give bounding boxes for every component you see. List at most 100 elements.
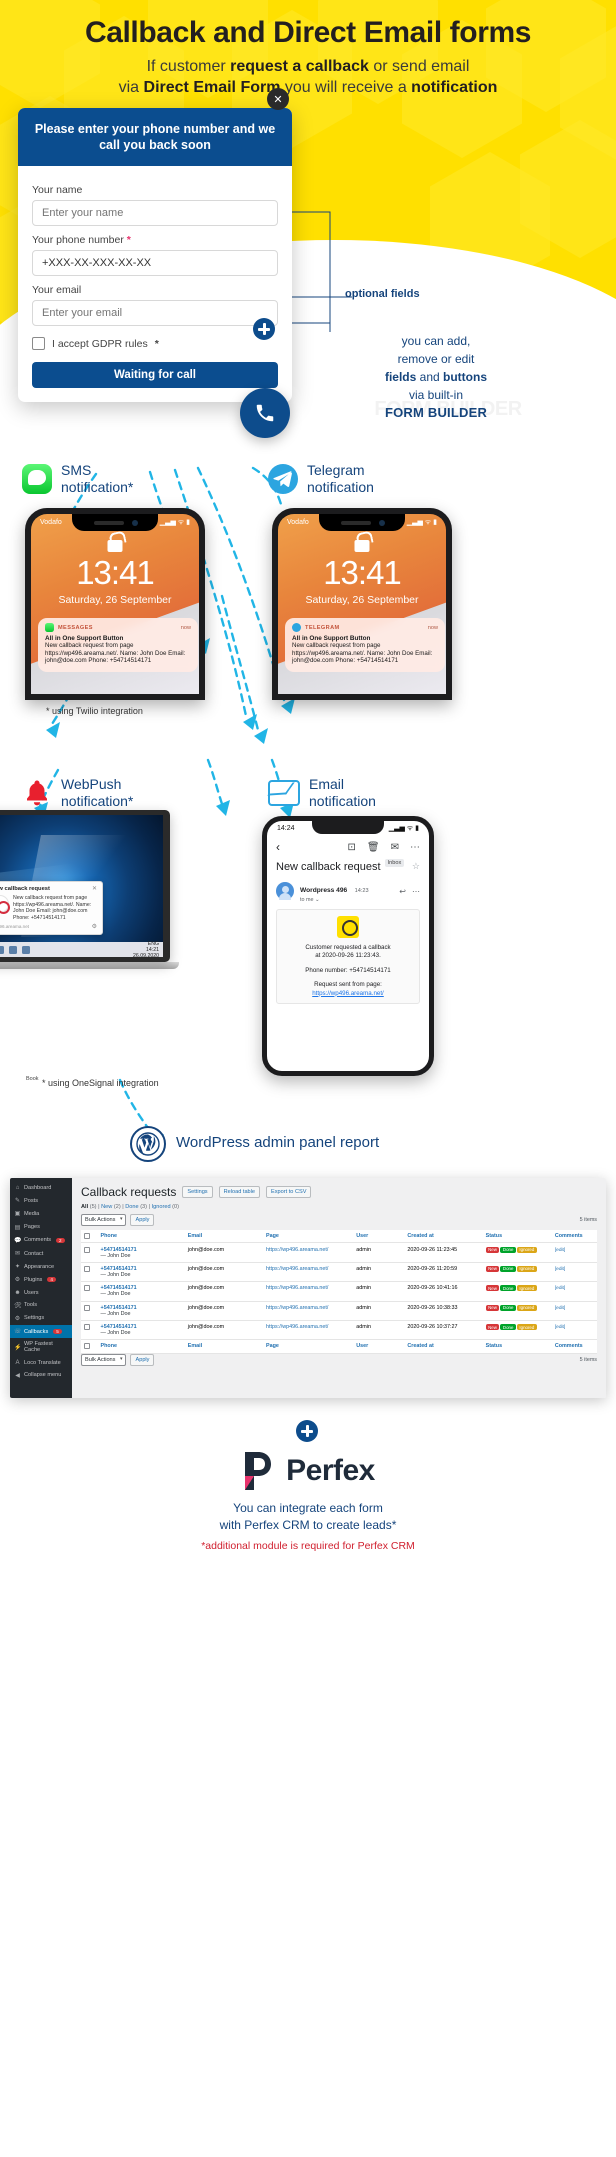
row-checkbox[interactable]: [84, 1246, 90, 1253]
sidebar-item-loco-translate[interactable]: A Loco Translate: [10, 1356, 72, 1368]
status-badge-new[interactable]: New: [485, 1265, 500, 1272]
cell-phone[interactable]: +54714514171— John Doe: [97, 1301, 185, 1321]
bulk-actions-select[interactable]: Bulk Actions: [81, 1214, 127, 1226]
sidebar-item-pages[interactable]: ▤ Pages: [10, 1221, 72, 1234]
row-checkbox[interactable]: [84, 1265, 90, 1272]
email-body-link[interactable]: https://wp496.areama.net/: [284, 990, 412, 997]
more-options-icon[interactable]: ⋯: [412, 887, 420, 896]
status-badge-ignored[interactable]: Ignored: [516, 1265, 537, 1272]
phone-call-fab[interactable]: [240, 388, 290, 438]
column-header-created-at[interactable]: Created at: [404, 1339, 483, 1354]
status-badge-new[interactable]: New: [485, 1324, 500, 1331]
cell-status[interactable]: New Done Ignored: [482, 1281, 552, 1302]
recipient-label[interactable]: to me ⌄: [300, 897, 369, 903]
column-header-status[interactable]: Status: [482, 1339, 552, 1354]
column-header-user[interactable]: User: [353, 1339, 405, 1354]
select-all-checkbox[interactable]: [84, 1343, 90, 1350]
filter-link-ignored[interactable]: Ignored: [152, 1204, 171, 1210]
row-select-cell[interactable]: [81, 1320, 98, 1341]
status-badge-ignored[interactable]: Ignored: [516, 1246, 537, 1253]
row-select-cell[interactable]: [81, 1301, 98, 1321]
browser-icon[interactable]: [9, 945, 17, 954]
envelope-icon[interactable]: ✉: [391, 842, 399, 853]
status-badge-ignored[interactable]: Ignored: [516, 1285, 537, 1292]
cell-status[interactable]: New Done Ignored: [482, 1301, 552, 1321]
export-csv-button[interactable]: Export to CSV: [266, 1186, 312, 1198]
status-badge-done[interactable]: Done: [500, 1304, 516, 1311]
status-badge-ignored[interactable]: Ignored: [516, 1324, 537, 1331]
row-checkbox[interactable]: [84, 1324, 90, 1331]
edit-link[interactable]: [edit]: [555, 1306, 565, 1311]
edit-link[interactable]: [edit]: [555, 1267, 565, 1272]
webpush-notification-card[interactable]: New callback request ✕ New callback requ…: [0, 881, 103, 935]
archive-icon[interactable]: ⊡: [348, 842, 356, 853]
cell-status[interactable]: New Done Ignored: [482, 1262, 552, 1283]
row-select-cell[interactable]: [81, 1242, 98, 1263]
status-badge-new[interactable]: New: [485, 1285, 500, 1292]
edit-link[interactable]: [edit]: [555, 1286, 565, 1291]
gear-icon[interactable]: ⚙: [92, 924, 97, 930]
filter-link-done[interactable]: Done: [125, 1204, 138, 1210]
email-input[interactable]: [32, 300, 278, 326]
status-badge-new[interactable]: New: [485, 1304, 500, 1311]
filter-link-new[interactable]: New: [101, 1204, 112, 1210]
back-arrow-icon[interactable]: ‹: [276, 840, 280, 854]
status-badge-done[interactable]: Done: [500, 1324, 516, 1331]
sidebar-item-users[interactable]: ☻ Users: [10, 1287, 72, 1299]
cell-phone[interactable]: +54714514171— John Doe: [97, 1242, 185, 1263]
column-header-email[interactable]: Email: [184, 1230, 264, 1244]
row-select-cell[interactable]: [81, 1262, 98, 1283]
submit-button[interactable]: Waiting for call: [32, 362, 278, 388]
cell-page[interactable]: https://wp496.areama.net/: [263, 1242, 354, 1263]
folder-icon[interactable]: [22, 945, 30, 954]
sidebar-item-wp-fastest-cache[interactable]: ⚡ WP Fastest Cache: [10, 1338, 72, 1356]
reply-icon[interactable]: ↩: [399, 887, 406, 896]
more-options-icon[interactable]: ⋯: [410, 842, 420, 853]
column-header-page[interactable]: Page: [263, 1230, 354, 1244]
settings-button[interactable]: Settings: [182, 1186, 213, 1198]
bulk-actions-select-bottom[interactable]: Bulk Actions: [81, 1353, 127, 1366]
status-badge-new[interactable]: New: [485, 1246, 500, 1253]
column-header-comments[interactable]: Comments: [551, 1230, 597, 1244]
column-header-created-at[interactable]: Created at: [404, 1230, 483, 1244]
sidebar-item-contact[interactable]: ✉ Contact: [10, 1247, 72, 1260]
edit-link[interactable]: [edit]: [555, 1325, 565, 1330]
sidebar-item-dashboard[interactable]: ⌂ Dashboard: [10, 1182, 72, 1194]
apply-button-top[interactable]: Apply: [130, 1214, 155, 1226]
row-checkbox[interactable]: [84, 1285, 90, 1292]
sidebar-item-collapse-menu[interactable]: ◀ Collapse menu: [10, 1369, 72, 1382]
cell-page[interactable]: https://wp496.areama.net/: [263, 1301, 354, 1321]
sidebar-item-plugins[interactable]: ⚙ Plugins 4: [10, 1273, 72, 1286]
select-all-header[interactable]: [81, 1339, 98, 1354]
column-header-comments[interactable]: Comments: [551, 1339, 597, 1354]
sidebar-item-callbacks[interactable]: ☏ Callbacks 5: [10, 1325, 72, 1339]
sidebar-item-tools[interactable]: 🛠 Tools: [10, 1299, 72, 1312]
sms-notification-card[interactable]: MESSAGES now All in One Support Button N…: [38, 618, 198, 672]
column-header-user[interactable]: User: [353, 1230, 405, 1244]
cell-page[interactable]: https://wp496.areama.net/: [263, 1320, 354, 1341]
sidebar-item-posts[interactable]: ✎ Posts: [10, 1194, 72, 1207]
cell-phone[interactable]: +54714514171— John Doe: [97, 1320, 185, 1341]
column-header-page[interactable]: Page: [263, 1339, 354, 1354]
status-badge-done[interactable]: Done: [500, 1246, 516, 1253]
cell-page[interactable]: https://wp496.areama.net/: [263, 1262, 354, 1283]
cell-phone[interactable]: +54714514171— John Doe: [97, 1262, 185, 1283]
cell-phone[interactable]: +54714514171— John Doe: [97, 1281, 185, 1302]
close-button[interactable]: ✕: [267, 88, 289, 110]
trash-icon[interactable]: 🗑: [367, 842, 380, 853]
apply-button-bottom[interactable]: Apply: [130, 1353, 155, 1366]
edit-link[interactable]: [edit]: [555, 1248, 565, 1253]
status-badge-done[interactable]: Done: [500, 1265, 516, 1272]
cell-status[interactable]: New Done Ignored: [482, 1320, 552, 1341]
gdpr-checkbox[interactable]: [32, 337, 45, 350]
cell-status[interactable]: New Done Ignored: [482, 1242, 552, 1263]
sidebar-item-settings[interactable]: ⚙ Settings: [10, 1312, 72, 1325]
column-header-email[interactable]: Email: [184, 1339, 264, 1354]
column-header-phone[interactable]: Phone: [97, 1230, 185, 1244]
name-input[interactable]: [32, 200, 278, 226]
select-all-checkbox[interactable]: [84, 1233, 90, 1240]
search-icon[interactable]: [0, 945, 4, 954]
sidebar-item-media[interactable]: ▣ Media: [10, 1207, 72, 1220]
select-all-header[interactable]: [81, 1230, 98, 1244]
status-badge-done[interactable]: Done: [500, 1285, 516, 1292]
